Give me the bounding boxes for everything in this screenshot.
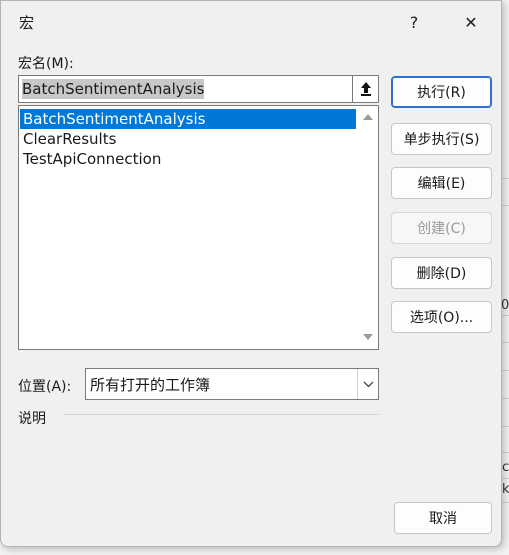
help-button[interactable]: ? <box>394 7 434 37</box>
dropdown-toggle[interactable] <box>357 369 378 399</box>
create-button: 创建(C) <box>391 212 492 244</box>
macro-list[interactable]: BatchSentimentAnalysis ClearResults Test… <box>18 105 379 350</box>
collapse-dialog-button[interactable] <box>352 75 379 103</box>
macro-list-item[interactable]: ClearResults <box>20 129 356 149</box>
title-bar: 宏 ? ✕ <box>1 1 501 41</box>
run-button[interactable]: 执行(R) <box>391 76 492 108</box>
options-button[interactable]: 选项(O)... <box>391 301 492 333</box>
close-icon: ✕ <box>464 12 478 32</box>
macro-name-value: BatchSentimentAnalysis <box>22 79 205 99</box>
help-icon: ? <box>409 12 419 32</box>
location-select[interactable]: 所有打开的工作簿 <box>85 368 379 400</box>
macro-dialog: 宏 ? ✕ 宏名(M): BatchSentimentAnalysis Batc… <box>0 0 502 547</box>
location-value: 所有打开的工作簿 <box>90 375 211 394</box>
chevron-down-icon <box>363 381 373 387</box>
cell-fragment: 0 <box>501 298 509 313</box>
delete-button[interactable]: 删除(D) <box>391 257 492 289</box>
description-divider <box>63 414 379 415</box>
scroll-up-icon[interactable] <box>363 114 373 120</box>
description-label: 说明 <box>18 411 46 427</box>
macro-list-item[interactable]: BatchSentimentAnalysis <box>20 109 356 129</box>
location-label: 位置(A): <box>18 379 72 395</box>
upload-arrow-icon <box>360 82 371 96</box>
dialog-title: 宏 <box>19 14 35 32</box>
scroll-down-icon[interactable] <box>363 334 373 340</box>
close-button[interactable]: ✕ <box>451 7 491 37</box>
macro-name-input[interactable]: BatchSentimentAnalysis <box>18 75 352 103</box>
edit-button[interactable]: 编辑(E) <box>391 167 492 199</box>
cancel-button[interactable]: 取消 <box>394 502 492 534</box>
step-into-button[interactable]: 单步执行(S) <box>391 123 492 155</box>
list-scrollbar[interactable] <box>358 106 378 349</box>
macro-list-item[interactable]: TestApiConnection <box>20 149 356 169</box>
macro-name-label: 宏名(M): <box>18 56 74 72</box>
